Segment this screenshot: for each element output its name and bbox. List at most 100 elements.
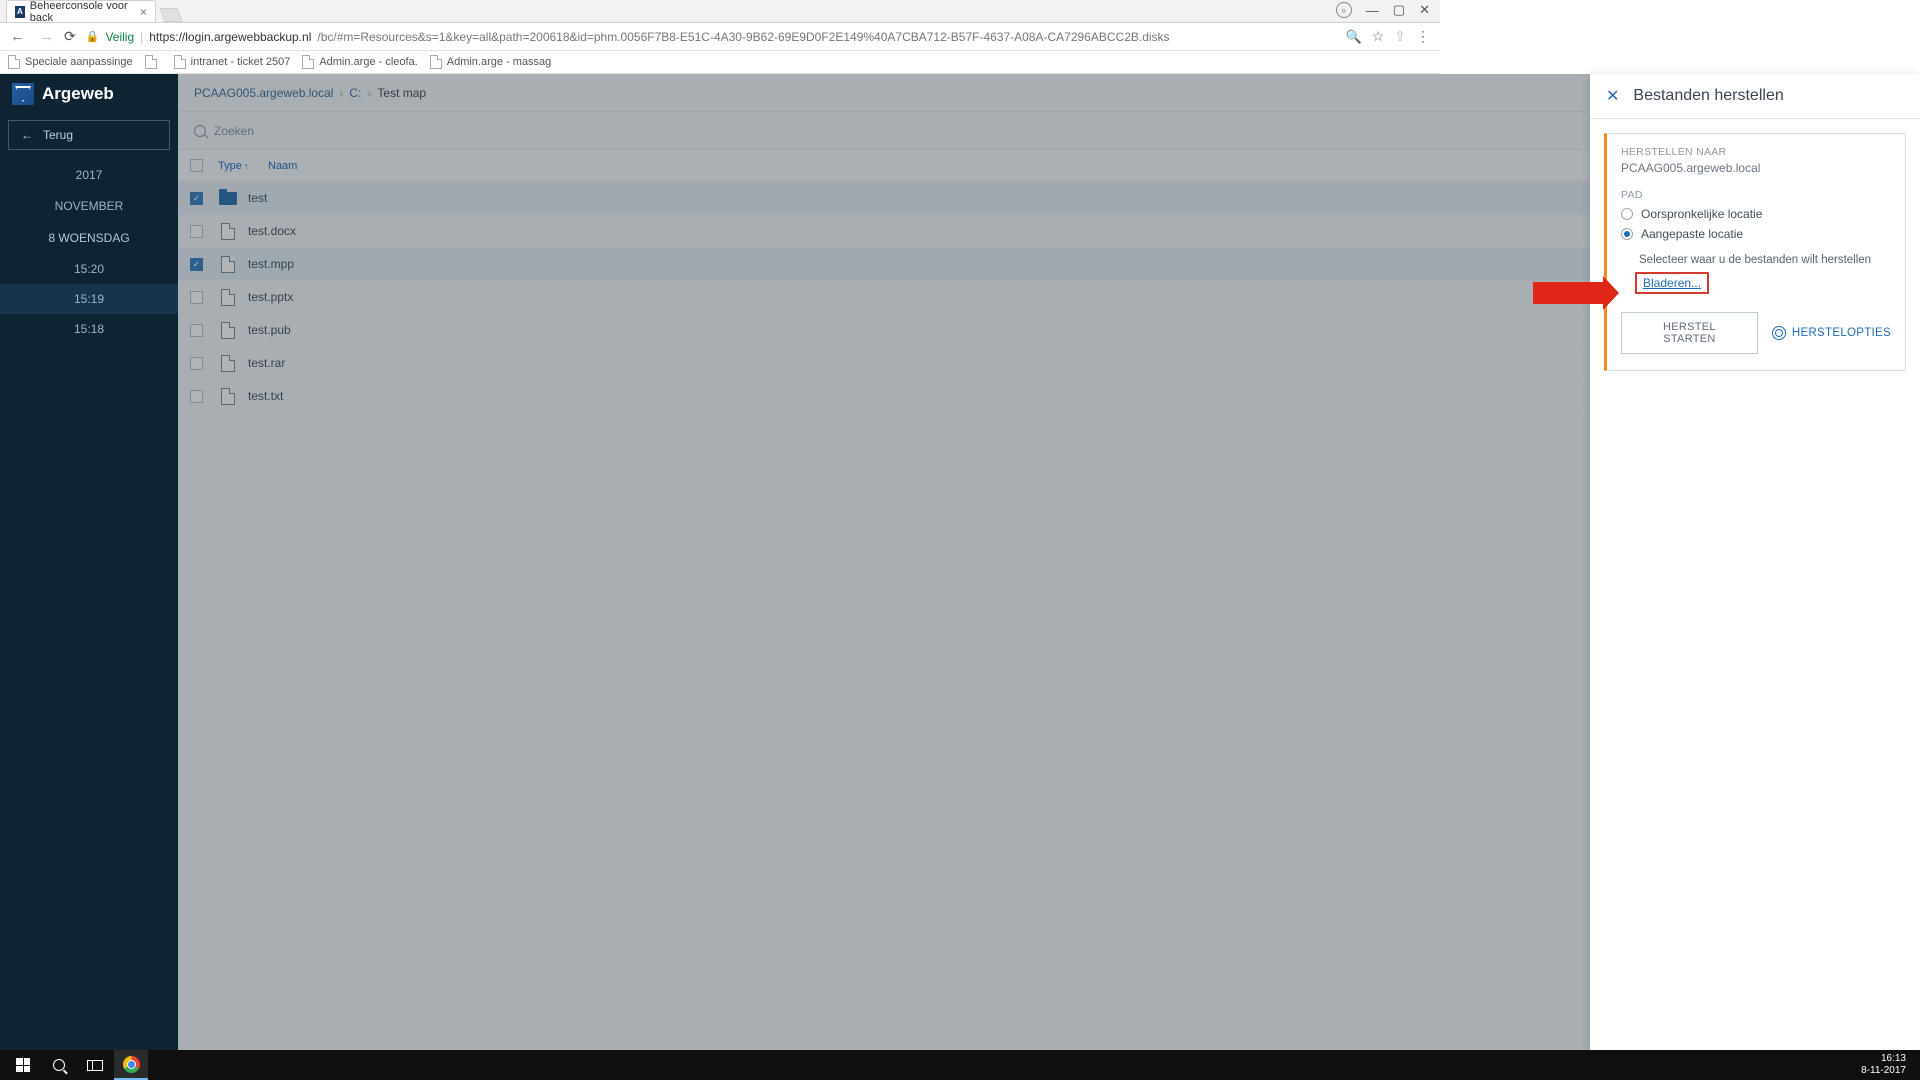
bookmark-item[interactable]: Admin.arge - cleofa. (302, 55, 417, 69)
page-icon (430, 55, 442, 69)
file-icon (218, 223, 238, 240)
row-checkbox[interactable]: ✓ (190, 258, 203, 271)
taskbar-chrome[interactable] (114, 1050, 148, 1080)
restore-to-label: HERSTELLEN NAAR (1621, 146, 1891, 158)
nav-forward-icon: → (39, 28, 54, 45)
chevron-right-icon: › (367, 86, 371, 100)
profile-icon[interactable]: ◦ (1336, 2, 1352, 18)
sidebar-month[interactable]: NOVEMBER (0, 190, 178, 222)
row-checkbox[interactable]: ✓ (190, 192, 203, 205)
bookmark-star-icon[interactable]: ☆ (1372, 28, 1385, 45)
column-type[interactable]: Type ↑ (218, 160, 258, 172)
address-bar[interactable]: 🔒 Veilig | https://login.argewebbackup.n… (86, 30, 1336, 44)
window-minimize-icon[interactable]: — (1366, 3, 1379, 18)
windows-icon (16, 1058, 30, 1072)
sidebar-time[interactable]: 15:19 (0, 284, 178, 314)
reload-icon[interactable]: ⟳ (64, 28, 76, 45)
restore-panel: ✕ Bestanden herstellen HERSTELLEN NAAR P… (1590, 74, 1920, 1050)
clock-time: 16:13 (1861, 1053, 1906, 1065)
new-tab-button[interactable] (159, 8, 182, 22)
bookmark-item[interactable]: Speciale aanpassinge (8, 55, 133, 69)
start-button[interactable] (6, 1050, 40, 1080)
system-tray-clock[interactable]: 16:13 8-11-2017 (1861, 1053, 1914, 1077)
sidebar-time[interactable]: 15:18 (0, 314, 178, 344)
file-name: test.mpp (248, 257, 294, 271)
radio-original-location[interactable]: Oorspronkelijke locatie (1621, 204, 1891, 224)
bookmark-label: Admin.arge - massag (447, 56, 552, 68)
row-checkbox[interactable] (190, 357, 203, 370)
close-icon[interactable]: ✕ (1606, 86, 1619, 106)
bookmark-label: Admin.arge - cleofa. (319, 56, 417, 68)
radio-label: Aangepaste locatie (1641, 227, 1743, 241)
folder-icon (218, 192, 238, 205)
row-checkbox[interactable] (190, 291, 203, 304)
row-checkbox[interactable] (190, 324, 203, 337)
sort-up-icon: ↑ (244, 161, 249, 171)
file-name: test.pub (248, 323, 291, 337)
sidebar-year[interactable]: 2017 (0, 160, 178, 190)
column-name[interactable]: Naam (268, 160, 297, 172)
file-icon (218, 289, 238, 306)
breadcrumb-item[interactable]: PCAAG005.argeweb.local (194, 86, 333, 100)
task-view-button[interactable] (78, 1050, 112, 1080)
brand-name: Argeweb (42, 84, 114, 104)
search-placeholder: Zoeken (214, 124, 254, 138)
radio-label: Oorspronkelijke locatie (1641, 207, 1762, 221)
sidebar-day[interactable]: 8 WOENSDAG (0, 222, 178, 254)
radio-icon (1621, 228, 1633, 240)
back-label: Terug (43, 128, 73, 142)
row-checkbox[interactable] (190, 225, 203, 238)
close-tab-icon[interactable]: × (140, 5, 147, 19)
file-name: test (248, 191, 267, 205)
kebab-menu-icon[interactable]: ⋮ (1416, 28, 1430, 45)
taskbar-search[interactable] (42, 1050, 76, 1080)
bookmark-item[interactable]: Admin.arge - massag (430, 55, 552, 69)
bookmark-label: Speciale aanpassinge (25, 56, 133, 68)
bookmark-item[interactable]: intranet - ticket 2507 (174, 55, 291, 69)
extension-icon[interactable]: ⇪ (1394, 28, 1406, 45)
back-button[interactable]: ← Terug (8, 120, 170, 150)
file-name: test.txt (248, 389, 283, 403)
row-checkbox[interactable] (190, 390, 203, 403)
column-name-label: Naam (268, 160, 297, 172)
page-icon (8, 55, 20, 69)
sidebar-time[interactable]: 15:20 (0, 254, 178, 284)
browser-tab-strip: A Beheerconsole voor back × ◦ — ▢ ✕ (0, 0, 1440, 23)
app-container: Argeweb ← Terug 2017 NOVEMBER 8 WOENSDAG… (0, 74, 1920, 1050)
arrow-left-icon: ← (21, 128, 33, 142)
brand-icon (12, 83, 34, 105)
url-path: /bc/#m=Resources&s=1&key=all&path=200618… (317, 30, 1169, 44)
window-maximize-icon[interactable]: ▢ (1393, 2, 1405, 18)
main-area: PCAAG005.argeweb.local › C: › Test map Z… (178, 74, 1920, 1050)
windows-taskbar: 16:13 8-11-2017 (0, 1050, 1920, 1080)
breadcrumb-item[interactable]: C: (349, 86, 361, 100)
select-all-checkbox[interactable] (190, 159, 203, 172)
file-name: test.docx (248, 224, 296, 238)
file-name: test.pptx (248, 290, 293, 304)
sidebar: Argeweb ← Terug 2017 NOVEMBER 8 WOENSDAG… (0, 74, 178, 1050)
chrome-icon (123, 1056, 140, 1073)
secure-label: Veilig (105, 30, 134, 44)
annotation-highlight: Bladeren... (1635, 272, 1709, 294)
start-restore-button[interactable]: HERSTEL STARTEN (1621, 312, 1758, 354)
radio-icon (1621, 208, 1633, 220)
browser-tab[interactable]: A Beheerconsole voor back × (6, 0, 156, 22)
file-icon (218, 256, 238, 273)
restore-to-value: PCAAG005.argeweb.local (1621, 161, 1891, 175)
bookmark-item[interactable] (145, 55, 162, 69)
page-icon (302, 55, 314, 69)
zoom-icon[interactable]: 🔍 (1346, 29, 1362, 45)
browse-link[interactable]: Bladeren... (1643, 276, 1701, 290)
window-close-icon[interactable]: ✕ (1419, 2, 1430, 18)
restore-options-label: HERSTELOPTIES (1792, 327, 1891, 339)
file-icon (218, 322, 238, 339)
radio-custom-location[interactable]: Aangepaste locatie (1621, 224, 1891, 244)
file-name: test.rar (248, 356, 285, 370)
breadcrumb-item: Test map (377, 86, 426, 100)
nav-back-icon[interactable]: ← (10, 28, 25, 45)
search-icon (53, 1059, 65, 1071)
tab-favicon: A (15, 6, 25, 18)
address-bar-row: ← → ⟳ 🔒 Veilig | https://login.argewebba… (0, 23, 1440, 51)
restore-options-link[interactable]: HERSTELOPTIES (1772, 326, 1891, 340)
custom-location-hint: Selecteer waar u de bestanden wilt herst… (1639, 254, 1891, 266)
